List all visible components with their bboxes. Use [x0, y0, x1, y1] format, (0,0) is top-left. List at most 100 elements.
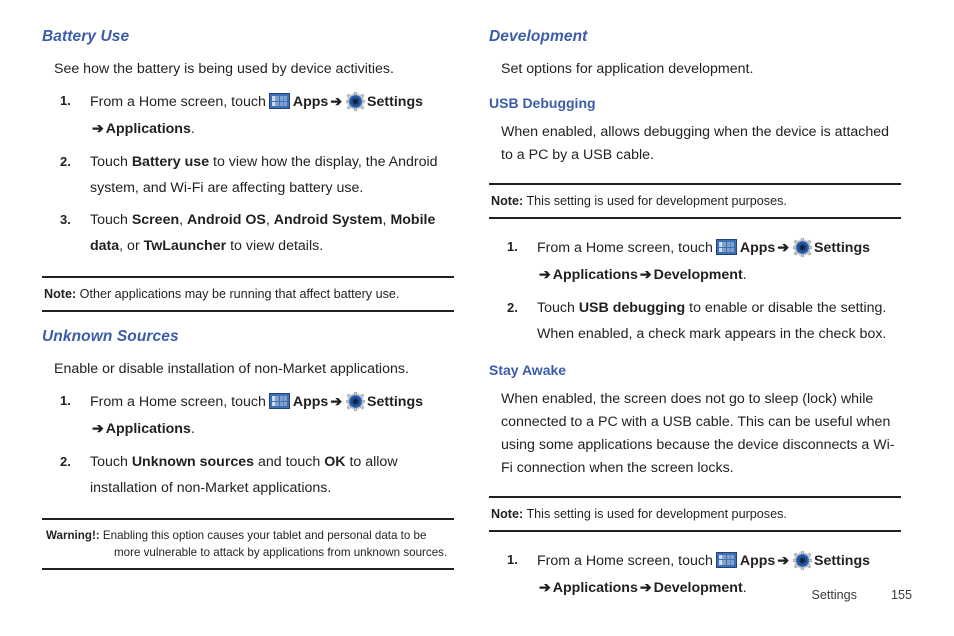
- unknown-sources-intro: Enable or disable installation of non-Ma…: [54, 361, 409, 378]
- step-period: .: [742, 579, 747, 596]
- arrow-icon: ➔: [92, 119, 104, 136]
- step-text: , or: [119, 238, 144, 255]
- arrow-icon: ➔: [639, 578, 652, 595]
- page-footer: Settings 155: [811, 588, 912, 602]
- settings-label: Settings: [367, 394, 424, 411]
- section-heading-development: Development: [489, 28, 588, 45]
- list-item: 1. From a Home screen, touch Apps ➔ Settings…: [489, 235, 901, 289]
- document-page: Battery Use See how the battery is being…: [0, 0, 954, 636]
- arrow-icon: ➔: [539, 266, 551, 283]
- arrow-icon: ➔: [330, 393, 343, 410]
- note-text: This setting is used for development pur…: [523, 506, 787, 521]
- battery-use-intro: See how the battery is being used by dev…: [54, 61, 394, 77]
- apps-label: Apps: [292, 94, 329, 110]
- arrow-icon: ➔: [330, 93, 343, 109]
- step-bold: Unknown sources: [131, 454, 255, 470]
- note-callout: Note: Other applications may be running …: [42, 276, 454, 313]
- list-item: 2. Touch Unknown sources and touch OK to …: [42, 450, 454, 502]
- step-text: From a Home screen, touch: [537, 552, 713, 569]
- step-number: 1.: [60, 93, 71, 108]
- step-number: 2.: [60, 454, 71, 469]
- warning-callout: Warning!: Enabling this option causes yo…: [42, 517, 454, 571]
- step-number: 1.: [507, 239, 518, 255]
- note-label: Note:: [44, 287, 77, 302]
- apps-grid-icon: [268, 393, 290, 410]
- warning-text: Enabling this option causes your tablet …: [99, 528, 448, 560]
- step-bold: Battery use: [131, 153, 210, 170]
- subheading-usb-debugging: USB Debugging: [489, 95, 596, 111]
- apps-grid-icon: [268, 93, 290, 109]
- usb-debugging-body: When enabled, allows debugging when the …: [501, 124, 890, 163]
- step-text: and touch: [254, 454, 325, 470]
- note-text: This setting is used for development pur…: [523, 194, 787, 208]
- step-period: .: [190, 421, 195, 438]
- apps-label: Apps: [739, 240, 776, 257]
- applications-label: Applications: [552, 579, 638, 596]
- settings-gear-icon: [346, 392, 366, 412]
- step-number: 2.: [507, 299, 518, 315]
- step-text: ,: [179, 212, 188, 229]
- apps-grid-icon: [715, 239, 737, 256]
- step-number: 2.: [60, 153, 71, 169]
- section-heading-unknown-sources: Unknown Sources: [42, 328, 179, 346]
- list-item: 3. Touch Screen, Android OS, Android Syst…: [42, 208, 454, 260]
- note-text: Other applications may be running that a…: [76, 287, 400, 302]
- section-heading-battery-use: Battery Use: [42, 28, 130, 45]
- step-number: 1.: [507, 551, 518, 567]
- step-period: .: [742, 267, 747, 284]
- applications-label: Applications: [552, 267, 638, 284]
- footer-page-number: 155: [890, 588, 912, 602]
- step-bold: Screen: [131, 212, 180, 229]
- step-text: Touch: [90, 212, 132, 229]
- step-text: Touch: [537, 299, 579, 316]
- settings-gear-icon: [346, 92, 366, 111]
- right-column: Development Set options for application …: [489, 28, 901, 609]
- development-intro: Set options for application development.: [501, 61, 754, 77]
- step-period: .: [190, 120, 195, 137]
- step-bold: Android OS: [187, 212, 266, 229]
- note-callout: Note: This setting is used for developme…: [489, 495, 901, 532]
- step-bold: Android System: [273, 212, 383, 229]
- battery-use-steps: 1. From a Home screen, touch Apps ➔ Settings…: [42, 89, 454, 260]
- list-item: 1. From a Home screen, touch Apps ➔ Settings…: [42, 89, 454, 143]
- settings-gear-icon: [793, 238, 813, 258]
- usb-debugging-steps: 1. From a Home screen, touch Apps ➔ Settings…: [489, 235, 901, 347]
- warning-label: Warning!:: [46, 528, 100, 542]
- settings-label: Settings: [814, 552, 871, 569]
- step-text: From a Home screen, touch: [537, 240, 713, 257]
- stay-awake-body: When enabled, the screen does not go to …: [501, 390, 895, 476]
- arrow-icon: ➔: [777, 551, 790, 568]
- step-text: Touch: [90, 454, 132, 470]
- step-text: to view details.: [226, 238, 324, 255]
- step-text: From a Home screen, touch: [90, 394, 266, 411]
- development-label: Development: [653, 579, 743, 596]
- arrow-icon: ➔: [639, 266, 652, 283]
- subheading-stay-awake: Stay Awake: [489, 361, 567, 378]
- applications-label: Applications: [105, 421, 191, 438]
- step-text: Touch: [90, 153, 132, 170]
- settings-gear-icon: [793, 550, 813, 570]
- arrow-icon: ➔: [539, 578, 551, 595]
- arrow-icon: ➔: [777, 239, 790, 256]
- step-bold: OK: [324, 454, 346, 470]
- step-bold: USB debugging: [578, 299, 686, 316]
- apps-label: Apps: [739, 552, 776, 569]
- apps-grid-icon: [715, 551, 737, 568]
- unknown-sources-steps: 1. From a Home screen, touch Apps ➔ Settings…: [42, 389, 454, 501]
- applications-label: Applications: [105, 120, 191, 137]
- list-item: 2. Touch Battery use to view how the disp…: [42, 150, 454, 202]
- development-label: Development: [653, 267, 743, 284]
- note-label: Note:: [491, 506, 524, 521]
- apps-label: Apps: [292, 394, 329, 411]
- left-column: Battery Use See how the battery is being…: [42, 28, 454, 586]
- step-text: ,: [265, 212, 274, 229]
- step-number: 3.: [60, 212, 71, 228]
- step-text: From a Home screen, touch: [90, 94, 266, 110]
- settings-label: Settings: [814, 240, 871, 257]
- note-callout: Note: This setting is used for developme…: [489, 183, 901, 220]
- step-number: 1.: [60, 393, 71, 409]
- arrow-icon: ➔: [92, 420, 104, 437]
- list-item: 2. Touch USB debugging to enable or disab…: [489, 296, 901, 348]
- step-bold: TwLauncher: [143, 238, 227, 255]
- list-item: 1. From a Home screen, touch Apps ➔ Settings…: [42, 389, 454, 443]
